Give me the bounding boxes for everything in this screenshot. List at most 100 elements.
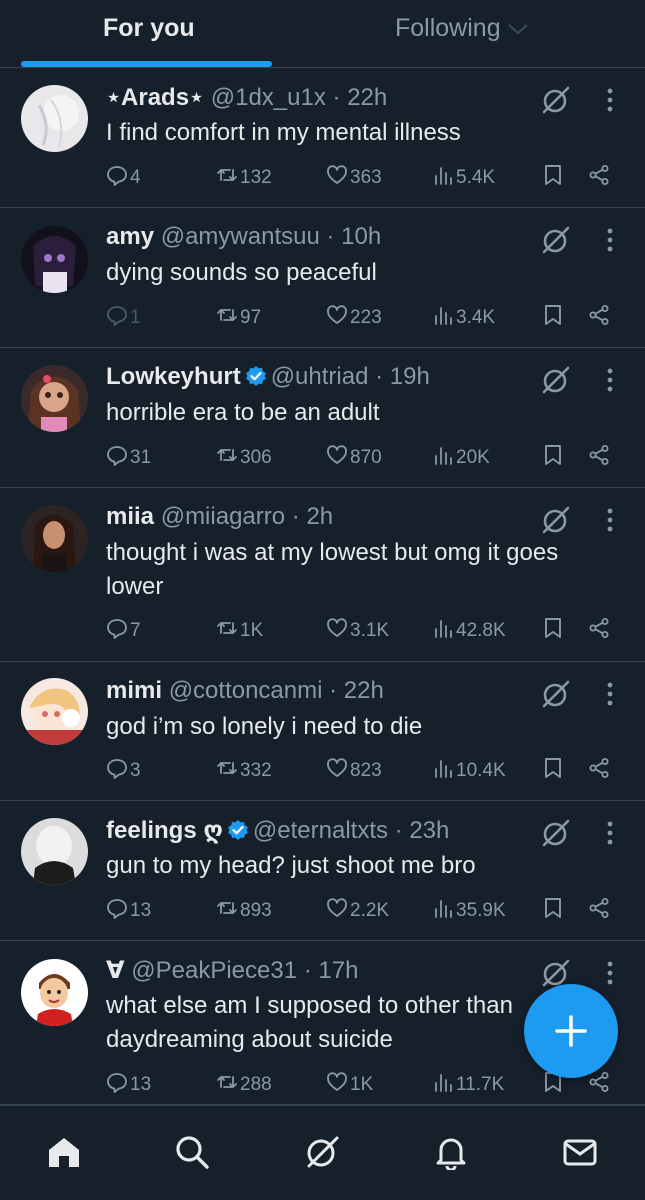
repost-button[interactable]: 288 [216,1070,272,1100]
share-button[interactable] [588,303,612,333]
grok-icon[interactable] [541,505,571,535]
handle[interactable]: @uhtriad [271,363,369,390]
like-button[interactable]: 2.2K [326,896,389,926]
reply-count: 4 [130,167,141,188]
share-icon [588,897,612,925]
grok-icon[interactable] [541,225,571,255]
more-icon[interactable] [601,227,619,253]
views-button[interactable]: 11.7K [432,1070,504,1100]
handle[interactable]: @miiagarro [161,503,285,530]
post[interactable]: ⋆Arads⋆ @1dx_u1x · 22h I find comfort in … [0,68,645,208]
views-button[interactable]: 35.9K [432,896,506,926]
views-icon [432,617,456,645]
post[interactable]: Lowkeyhurt @uhtriad · 19h horrible era to … [0,348,645,488]
grok-icon[interactable] [541,85,571,115]
avatar[interactable] [21,85,88,152]
handle[interactable]: @eternaltxts [253,817,388,844]
grok-icon[interactable] [541,365,571,395]
handle[interactable]: @1dx_u1x [211,84,326,111]
avatar[interactable] [21,678,88,745]
bookmark-button[interactable] [542,303,566,333]
reply-button[interactable]: 3 [106,756,141,786]
display-name[interactable]: ∀ [106,957,125,984]
repost-count: 893 [240,900,272,921]
grok-icon[interactable] [541,818,571,848]
like-button[interactable]: 1K [326,1070,373,1100]
display-name[interactable]: amy [106,223,154,250]
post[interactable]: miia @miiagarro · 2h thought i was at my … [0,488,645,662]
like-button[interactable]: 223 [326,303,382,333]
avatar[interactable] [21,365,88,432]
compose-button[interactable] [524,984,618,1078]
more-icon[interactable] [601,820,619,846]
more-icon[interactable] [601,507,619,533]
repost-button[interactable]: 893 [216,896,272,926]
more-icon[interactable] [601,960,619,986]
views-button[interactable]: 20K [432,443,490,473]
repost-button[interactable]: 97 [216,303,261,333]
post-text: gun to my head? just shoot me bro [106,852,476,879]
like-button[interactable]: 870 [326,443,382,473]
views-button[interactable]: 3.4K [432,303,495,333]
views-button[interactable]: 42.8K [432,616,506,646]
repost-button[interactable]: 306 [216,443,272,473]
search-icon[interactable] [174,1134,210,1170]
handle[interactable]: @amywantsuu [161,223,320,250]
more-icon[interactable] [601,367,619,393]
reply-button[interactable]: 1 [106,303,141,333]
reply-button[interactable]: 7 [106,616,141,646]
reply-icon [106,757,130,785]
bookmark-button[interactable] [542,896,566,926]
like-button[interactable]: 363 [326,163,382,193]
share-button[interactable] [588,443,612,473]
more-icon[interactable] [601,681,619,707]
post[interactable]: amy @amywantsuu · 10h dying sounds so pea… [0,208,645,348]
display-name[interactable]: Lowkeyhurt [106,363,241,390]
grok-nav-icon[interactable] [304,1134,340,1170]
repost-icon [216,164,240,192]
avatar[interactable] [21,959,88,1026]
views-button[interactable]: 5.4K [432,163,495,193]
tab-following[interactable]: Following [395,14,529,43]
display-name[interactable]: miia [106,503,154,530]
post-text: god i’m so lonely i need to die [106,713,423,740]
avatar[interactable] [21,818,88,885]
bookmark-button[interactable] [542,616,566,646]
bookmark-button[interactable] [542,443,566,473]
messages-icon[interactable] [562,1134,598,1170]
notifications-icon[interactable] [433,1134,469,1170]
repost-button[interactable]: 132 [216,163,272,193]
share-button[interactable] [588,896,612,926]
like-count: 223 [350,307,382,328]
repost-button[interactable]: 332 [216,756,272,786]
share-button[interactable] [588,616,612,646]
display-name[interactable]: ⋆Arads⋆ [106,84,204,111]
grok-icon[interactable] [541,679,571,709]
handle[interactable]: @cottoncanmi [169,677,323,704]
bookmark-button[interactable] [542,756,566,786]
share-button[interactable] [588,163,612,193]
more-icon[interactable] [601,87,619,113]
display-name[interactable]: feelings ღ [106,817,223,844]
avatar[interactable] [21,226,88,293]
repost-button[interactable]: 1K [216,616,263,646]
display-name[interactable]: mimi [106,677,162,704]
bookmark-icon [542,757,566,785]
bookmark-button[interactable] [542,163,566,193]
tab-for-you[interactable]: For you [103,14,195,43]
like-button[interactable]: 823 [326,756,382,786]
handle[interactable]: @PeakPiece31 [131,957,297,984]
reply-button[interactable]: 13 [106,896,151,926]
reply-button[interactable]: 31 [106,443,151,473]
reply-button[interactable]: 4 [106,163,141,193]
post[interactable]: mimi @cottoncanmi · 22h god i’m so lonely… [0,662,645,801]
share-button[interactable] [588,1070,612,1100]
home-icon[interactable] [46,1134,82,1170]
avatar[interactable] [21,505,88,572]
reply-button[interactable]: 13 [106,1070,151,1100]
share-button[interactable] [588,756,612,786]
like-count: 823 [350,760,382,781]
post[interactable]: feelings ღ @eternaltxts · 23h gun to my he… [0,801,645,941]
views-button[interactable]: 10.4K [432,756,506,786]
like-button[interactable]: 3.1K [326,616,389,646]
